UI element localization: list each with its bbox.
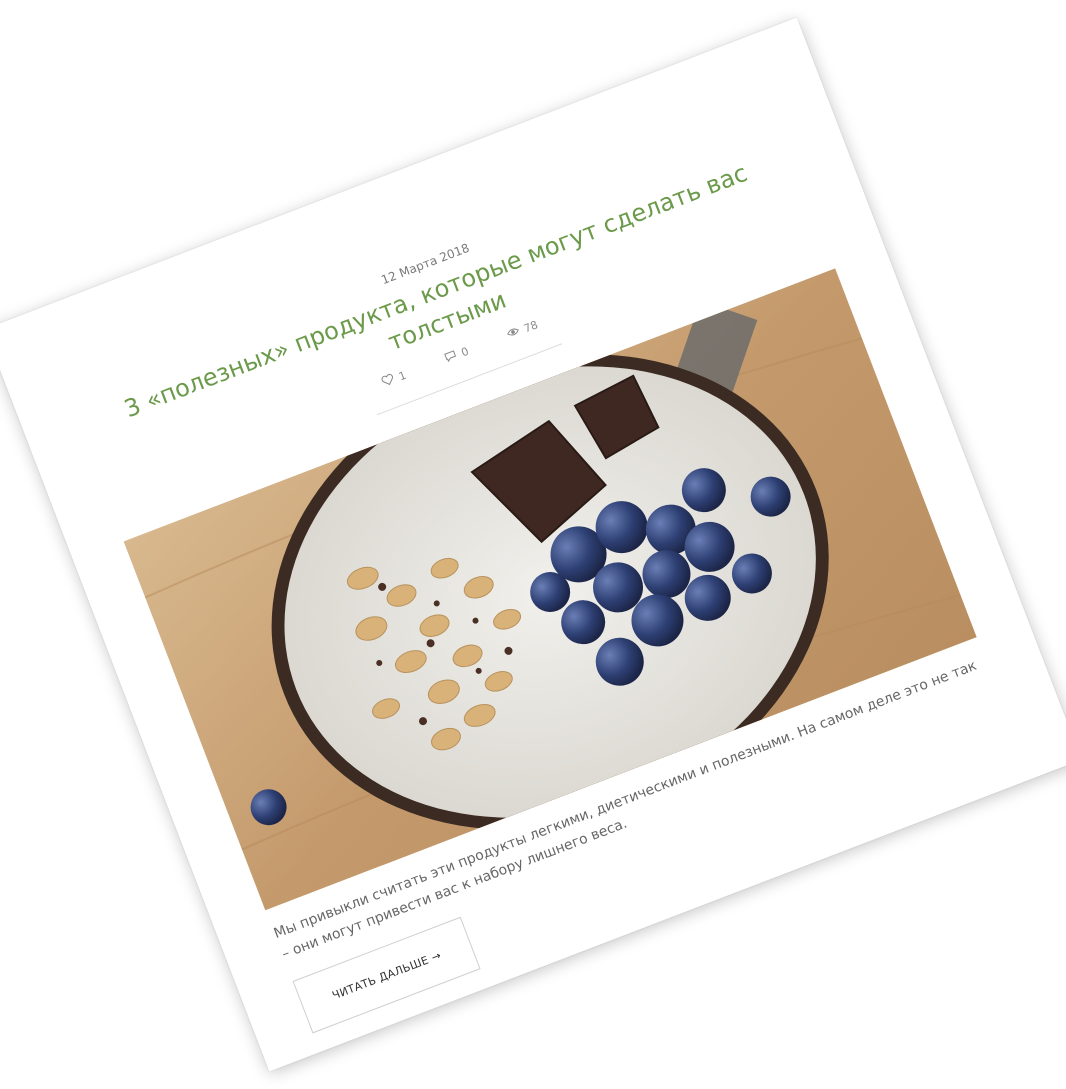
eye-icon <box>505 324 523 343</box>
blog-post-card: 12 Марта 2018 3 «полезных» продукта, кот… <box>0 17 1066 1072</box>
views-count: 78 <box>521 318 540 336</box>
likes-counter[interactable]: 1 <box>380 368 409 391</box>
read-more-label: ЧИТАТЬ ДАЛЬШЕ → <box>330 948 443 1002</box>
comment-icon <box>442 348 460 367</box>
comments-counter[interactable]: 0 <box>442 344 471 367</box>
page: 12 Марта 2018 3 «полезных» продукта, кот… <box>0 0 1066 1089</box>
comments-count: 0 <box>459 344 471 360</box>
views-counter: 78 <box>505 317 540 342</box>
heart-icon <box>380 372 398 391</box>
likes-count: 1 <box>396 368 409 384</box>
